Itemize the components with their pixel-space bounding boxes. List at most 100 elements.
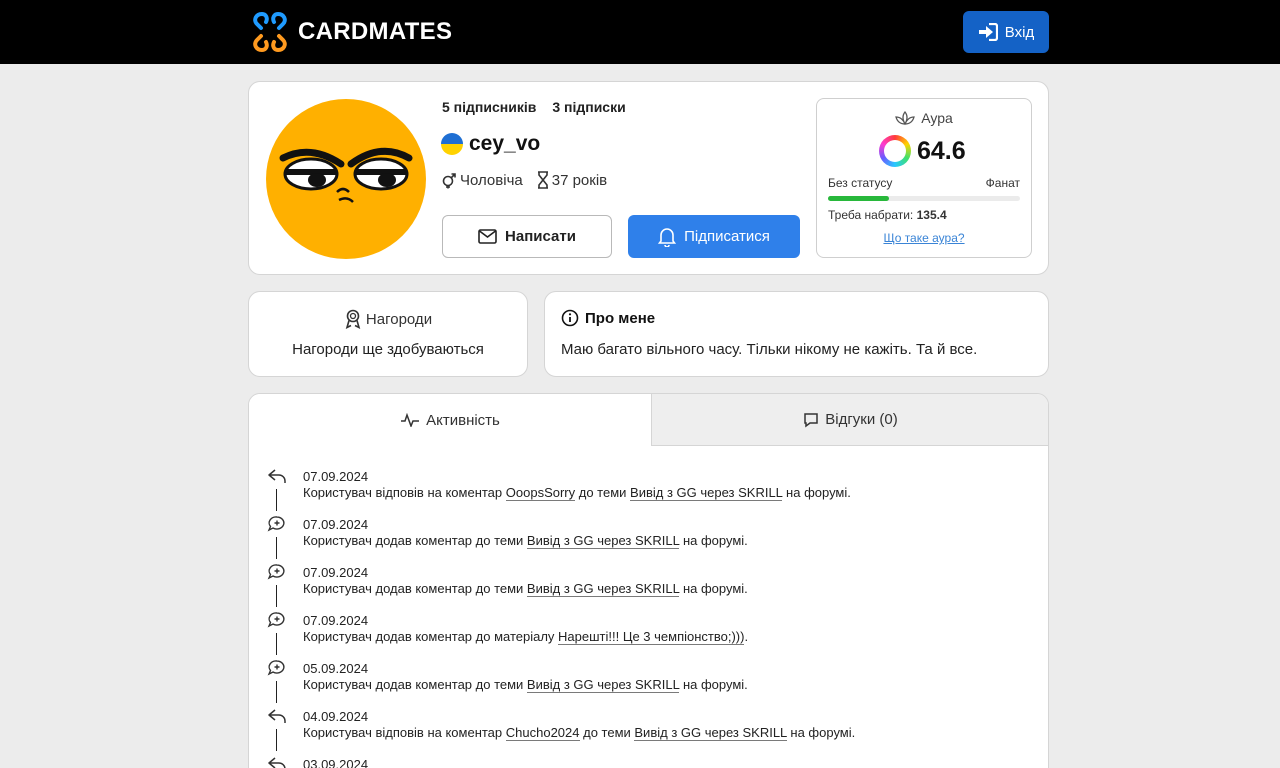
activity-date: 07.09.2024 [303, 517, 369, 532]
follow-stats: 5 підписників 3 підписки [442, 99, 626, 115]
activity-text: Користувач додав коментар до теми Вивід … [303, 581, 748, 597]
envelope-icon [478, 229, 497, 244]
activity-item: 07.09.2024 Користувач додав коментар до т… [249, 558, 1048, 607]
activity-text-suffix: на форумі. [679, 677, 748, 692]
activity-text: Користувач додав коментар до теми Вивід … [303, 533, 748, 549]
activity-text-prefix: Користувач додав коментар до теми [303, 581, 527, 596]
aura-progress-fill [828, 196, 890, 201]
activity-item: 07.09.2024 Користувач додав коментар до т… [249, 510, 1048, 559]
activity-item: 05.09.2024 Користувач додав коментар до т… [249, 654, 1048, 703]
activity-date: 03.09.2024 [303, 757, 369, 768]
username: cey_vo [469, 132, 541, 155]
info-icon [561, 309, 579, 327]
activity-date: 05.09.2024 [303, 661, 369, 676]
aura-status-to: Фанат [985, 176, 1020, 190]
aura-need-label: Треба набрати: [828, 208, 914, 222]
activity-date: 07.09.2024 [303, 469, 369, 484]
activity-link[interactable]: Chucho2024 [505, 725, 580, 741]
aura-progress-bar [828, 196, 1020, 201]
tab-reviews-label: Відгуки (0) [825, 411, 898, 428]
activity-link[interactable]: Вивід з GG через SKRILL [526, 533, 680, 549]
chat-icon [804, 412, 818, 427]
user-line: cey_vo [441, 132, 540, 156]
activity-text-middle: до теми [579, 725, 635, 740]
aura-need-value: 135.4 [916, 208, 947, 222]
site-logo[interactable]: CARDMATES [248, 10, 452, 54]
activity-item: 03.09.2024 [249, 750, 1048, 768]
logo-text: CARDMATES [298, 18, 453, 45]
avatar[interactable] [265, 98, 427, 260]
comment-icon [267, 612, 285, 628]
award-icon [345, 309, 361, 329]
write-message-button[interactable]: Написати [442, 215, 612, 258]
reply-icon [268, 709, 286, 723]
activity-text-prefix: Користувач додав коментар до теми [303, 677, 527, 692]
activity-link[interactable]: Вивід з GG через SKRILL [526, 581, 680, 597]
activity-topic-link[interactable]: Вивід з GG через SKRILL [630, 485, 783, 501]
tab-activity-label: Активність [426, 411, 500, 429]
about-title: Про мене [585, 309, 656, 327]
about-card: Про мене Маю багато вільного часу. Тільк… [544, 291, 1049, 377]
activity-text-suffix: на форумі. [679, 581, 748, 596]
activity-link[interactable]: OoopsSorry [505, 485, 576, 501]
awards-card: Нагороди Нагороди ще здобуваються [248, 291, 528, 377]
timeline-connector [276, 537, 277, 559]
age-info: 37 років [537, 171, 607, 189]
aura-score: 64.6 [879, 135, 966, 167]
age-label: 37 років [551, 171, 608, 189]
activity-text: Користувач додав коментар до матеріалу Н… [303, 629, 749, 645]
aura-info-link[interactable]: Що таке аура? [817, 231, 1031, 245]
ukraine-flag-icon [441, 133, 463, 155]
gender-info: Чоловіча [441, 171, 523, 189]
comment-icon [267, 660, 285, 676]
profile-card: 5 підписників 3 підписки cey_vo Чоловіча… [248, 81, 1049, 275]
awards-header: Нагороди [249, 309, 527, 329]
gender-label: Чоловіча [460, 171, 523, 189]
about-header: Про мене [561, 309, 655, 327]
activity-date: 04.09.2024 [303, 709, 369, 724]
activity-link[interactable]: Нарешті!!! Це 3 чемпіонство;))) [558, 629, 745, 645]
activity-text: Користувач відповів на коментар Chucho20… [303, 725, 856, 741]
follow-label: Підписатися [684, 228, 770, 245]
timeline-connector [276, 729, 277, 751]
activity-item: 07.09.2024 Користувач відповів на комента… [249, 462, 1048, 511]
about-text: Маю багато вільного часу. Тільки нікому … [561, 341, 978, 358]
follow-button[interactable]: Підписатися [628, 215, 800, 258]
timeline-connector [276, 681, 277, 703]
hourglass-icon [537, 171, 548, 189]
activity-date: 07.09.2024 [303, 565, 369, 580]
sign-in-icon [978, 23, 998, 41]
login-label: Вхід [1004, 23, 1035, 41]
activity-card: Активність Відгуки (0) 07.09.2024 Користу… [248, 393, 1049, 768]
tab-activity[interactable]: Активність [249, 394, 651, 446]
timeline-connector [276, 489, 277, 511]
pulse-icon [401, 413, 420, 427]
aura-ring-icon [879, 135, 911, 167]
comment-icon [267, 564, 285, 580]
aura-value: 64.6 [917, 136, 966, 165]
reply-icon [268, 469, 286, 483]
activity-date: 07.09.2024 [303, 613, 369, 628]
gender-icon [442, 173, 456, 189]
activity-text-suffix: . [744, 629, 749, 644]
logo-icon [253, 12, 287, 52]
activity-text-suffix: на форумі. [786, 725, 856, 740]
activity-text: Користувач додав коментар до теми Вивід … [303, 677, 748, 693]
activity-text-prefix: Користувач додав коментар до матеріалу [303, 629, 559, 644]
aura-title: Аура [921, 110, 953, 126]
awards-text: Нагороди ще здобуваються [292, 341, 484, 358]
activity-text-suffix: на форумі. [679, 533, 748, 548]
activity-text-middle: до теми [575, 485, 631, 500]
activity-link[interactable]: Вивід з GG через SKRILL [526, 677, 680, 693]
bell-icon [658, 227, 677, 247]
followers-count[interactable]: 5 підписників [442, 99, 536, 115]
activity-text-prefix: Користувач додав коментар до теми [303, 533, 527, 548]
timeline-connector [276, 585, 277, 607]
login-button[interactable]: Вхід [963, 11, 1049, 53]
activity-item: 04.09.2024 Користувач відповів на комента… [249, 702, 1048, 751]
activity-topic-link[interactable]: Вивід з GG через SKRILL [634, 725, 787, 741]
activity-text-prefix: Користувач відповів на коментар [303, 485, 506, 500]
following-count[interactable]: 3 підписки [552, 99, 625, 115]
tab-reviews[interactable]: Відгуки (0) [651, 394, 1048, 446]
top-navbar: CARDMATES Вхід [0, 0, 1280, 64]
